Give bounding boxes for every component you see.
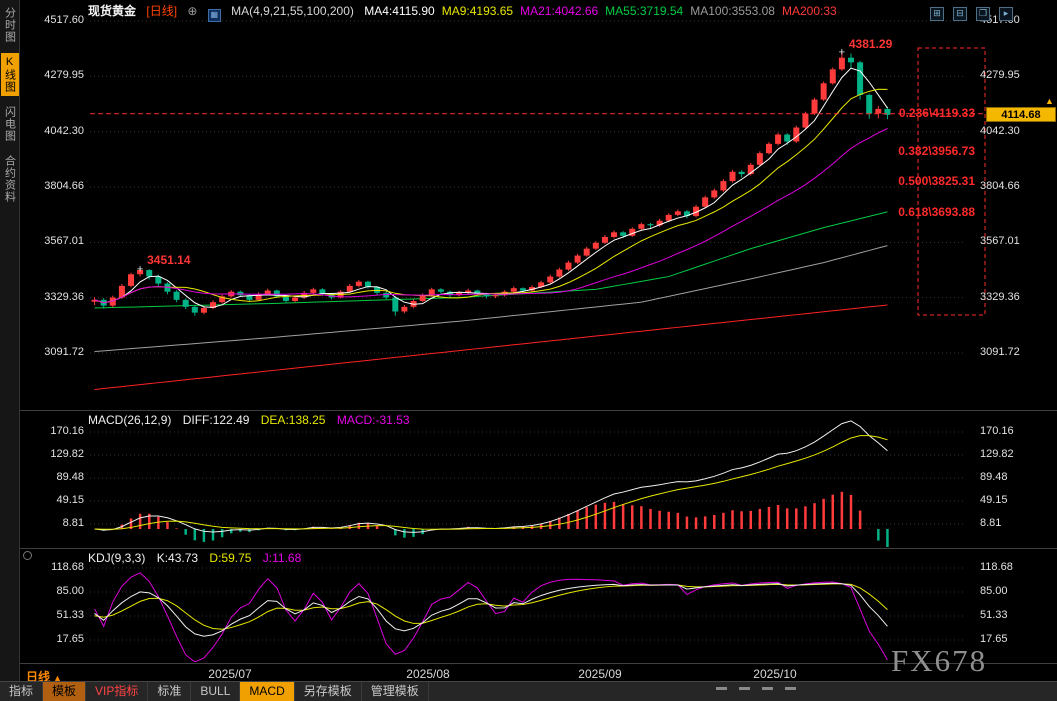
- last-price-value: 4114.68: [1001, 108, 1041, 121]
- fib-level-label: 0.500\3825.31: [898, 174, 975, 189]
- svg-text:+: +: [137, 263, 143, 275]
- main-axis-label-right: 4042.30: [980, 124, 1020, 137]
- macd-params: MACD(26,12,9): [88, 413, 172, 427]
- price-up-arrow-icon: ▲: [1045, 95, 1054, 106]
- add-indicator-icon[interactable]: ⊕: [187, 4, 197, 18]
- window-controls: ⊞ ⊟ ❐ ▸: [921, 3, 1013, 21]
- macd-value: MACD:-31.53: [336, 413, 410, 427]
- kdj-axis-label-right: 17.65: [980, 633, 1008, 645]
- ma-value-label: MA9:4193.65: [441, 4, 514, 18]
- ma-value-label: MA100:3553.08: [690, 4, 775, 18]
- toolbar-item-8[interactable]: 管理模板: [362, 682, 429, 701]
- period-tag[interactable]: [日线]: [146, 4, 177, 18]
- trading-app-window: + + 分时图 K线图闪电图合约资料 现货黄金 [日线] ⊕ ▦ MA(4,9,21…: [0, 0, 1057, 701]
- fib-level-label: 0.618\3693.88: [898, 204, 975, 219]
- ma-values: MA4:4115.90 MA9:4193.65 MA21:4042.66 MA55:3…: [364, 4, 843, 18]
- fib-level-label: 0.382\3956.73: [898, 143, 975, 158]
- kdj-axis-label-right: 118.68: [980, 561, 1013, 573]
- x-axis-label: 2025/08: [406, 667, 450, 681]
- macd-diff-value: DIFF:122.49: [182, 413, 250, 427]
- macd-axis-label-left: 129.82: [50, 448, 84, 460]
- main-axis-label-right: 3329.36: [980, 290, 1020, 303]
- scrollbar-handle[interactable]: [716, 687, 800, 690]
- x-axis-label: 2025/09: [578, 667, 622, 681]
- main-axis-label-left: 4042.30: [44, 124, 84, 137]
- macd-header: MACD(26,12,9) DIFF:122.49 DEA:138.25 MAC…: [88, 413, 418, 427]
- macd-axis-label-left: 8.81: [62, 517, 84, 529]
- kdj-axis-label-left: 51.33: [56, 608, 84, 621]
- main-axis-label-left: 4517.60: [44, 14, 84, 26]
- kdj-axis-label-right: 51.33: [980, 608, 1008, 621]
- sidebar-item-2[interactable]: K线图: [0, 53, 19, 96]
- kdj-header: KDJ(9,3,3) K:43.73 D:59.75 J:11.68: [88, 551, 309, 565]
- toolbar-item-4[interactable]: 标准: [148, 682, 192, 701]
- symbol-name: 现货黄金: [88, 4, 137, 18]
- price-annotation: 3451.14: [147, 253, 191, 268]
- macd-dea-value: DEA:138.25: [260, 413, 326, 427]
- macd-axis-label-left: 49.15: [56, 493, 84, 506]
- toolbar-item-3[interactable]: VIP指标: [86, 682, 149, 701]
- macd-axis-label-right: 129.82: [980, 448, 1014, 460]
- macd-axis-label-right: 89.48: [980, 471, 1008, 483]
- x-axis-label: 2025/07: [208, 667, 252, 681]
- ma-group-label: MA(4,9,21,55,100,200): [231, 4, 354, 18]
- toolbar-item-5[interactable]: BULL: [191, 682, 241, 701]
- main-axis-label-right: 4279.95: [980, 69, 1020, 82]
- fib-level-label: 0.236\4119.33: [898, 105, 975, 120]
- kdj-params: KDJ(9,3,3): [88, 551, 146, 565]
- cascade-windows-icon[interactable]: ⊟: [953, 7, 967, 21]
- svg-text:+: +: [839, 47, 845, 59]
- chart-header: 现货黄金 [日线] ⊕ ▦ MA(4,9,21,55,100,200) MA4:…: [88, 2, 851, 22]
- main-axis-label-right: 3804.66: [980, 180, 1020, 192]
- candle-style-icon[interactable]: ▦: [207, 9, 221, 22]
- macd-axis-label-left: 170.16: [50, 425, 84, 437]
- main-axis-label-right: 3567.01: [980, 235, 1020, 248]
- bottom-toolbar: 指标 模板 VIP指标 标准 BULL MACD 另存模板 管理模板: [0, 681, 1057, 701]
- kdj-j-value: J:11.68: [262, 551, 302, 565]
- sidebar-item-1[interactable]: 分时图: [1, 4, 19, 46]
- kdj-axis-label-left: 118.68: [51, 561, 84, 573]
- macd-axis-label-left: 89.48: [56, 471, 84, 483]
- panel-toggle-icon[interactable]: [23, 551, 32, 560]
- last-price-marker: 4114.68: [986, 106, 1056, 122]
- kdj-axis-label-left: 85.00: [56, 585, 84, 597]
- main-axis-label-left: 4279.95: [44, 69, 84, 82]
- kdj-axis-label-left: 17.65: [56, 633, 84, 645]
- macd-axis-label-right: 8.81: [980, 517, 1002, 529]
- macd-axis-label-right: 49.15: [980, 493, 1008, 506]
- toolbar-item-6[interactable]: MACD: [240, 682, 295, 701]
- main-axis-label-right: 3091.72: [980, 346, 1020, 358]
- ma-value-label: MA200:33: [781, 4, 837, 18]
- price-annotation: 4381.29: [848, 36, 893, 51]
- tile-windows-icon[interactable]: ⊞: [930, 7, 944, 21]
- toolbar-item-1[interactable]: 指标: [0, 682, 44, 701]
- kdj-d-value: D:59.75: [209, 551, 252, 565]
- main-axis-label-left: 3091.72: [44, 346, 84, 358]
- ma-value-label: MA55:3719.54: [605, 4, 684, 18]
- macd-axis-label-right: 170.16: [980, 425, 1014, 437]
- toolbar-item-2[interactable]: 模板: [43, 682, 87, 701]
- x-axis-label: 2025/10: [753, 667, 797, 681]
- chart-type-sidebar: 分时图 K线图闪电图合约资料: [0, 0, 20, 682]
- kdj-axis-label-right: 85.00: [980, 585, 1008, 597]
- next-panel-icon[interactable]: ▸: [999, 7, 1013, 21]
- toolbar-item-7[interactable]: 另存模板: [295, 682, 362, 701]
- sidebar-item-4[interactable]: 合约资料: [1, 152, 19, 206]
- ma-value-label: MA21:4042.66: [520, 4, 599, 18]
- main-axis-label-left: 3804.66: [44, 180, 84, 192]
- sidebar-item-3[interactable]: 闪电图: [1, 103, 19, 145]
- maximize-window-icon[interactable]: ❐: [976, 7, 990, 21]
- main-axis-label-left: 3329.36: [44, 290, 84, 303]
- kdj-k-value: K:43.73: [156, 551, 199, 565]
- ma-value-label: MA4:4115.90: [364, 4, 435, 18]
- watermark: FX678: [891, 643, 988, 678]
- main-axis-label-left: 3567.01: [44, 235, 84, 248]
